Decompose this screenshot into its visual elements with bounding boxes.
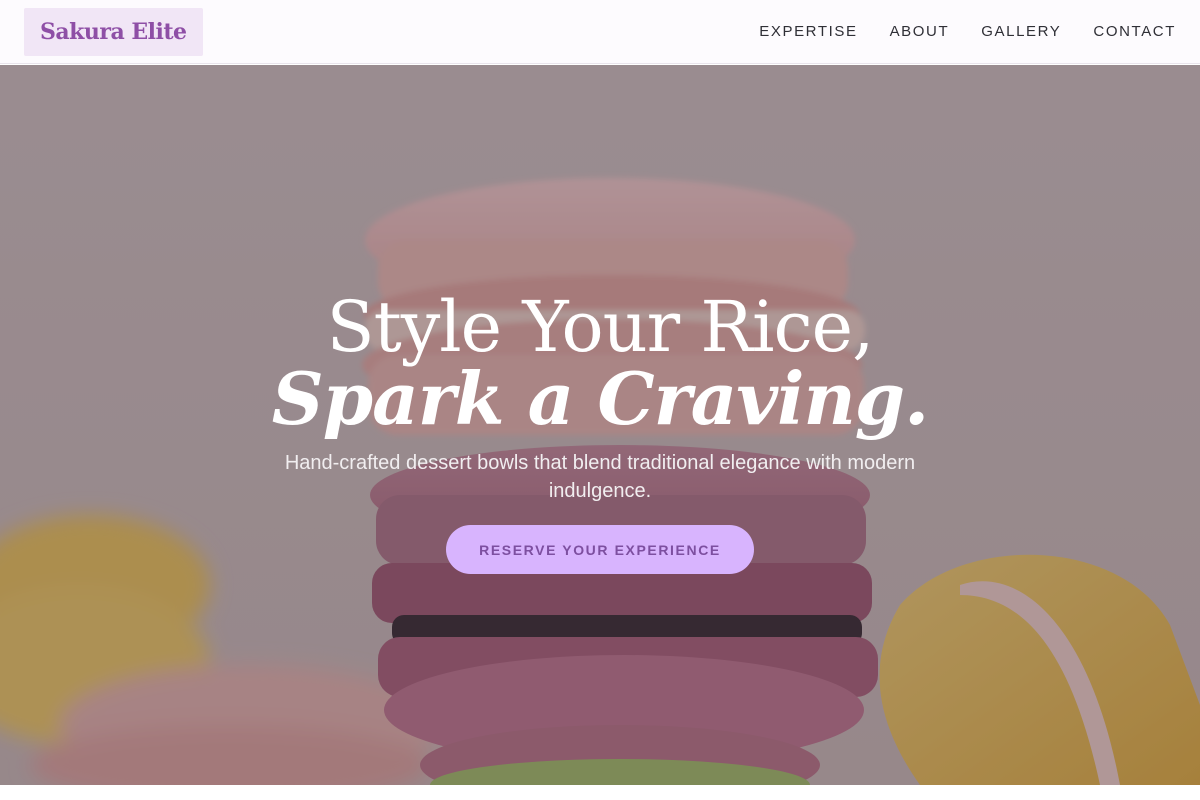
- page-bottom-strip: [0, 785, 1200, 800]
- site-header: Sakura Elite EXPERTISE ABOUT GALLERY CON…: [0, 0, 1200, 64]
- nav-item-gallery[interactable]: GALLERY: [981, 23, 1061, 40]
- nav-item-contact[interactable]: CONTACT: [1093, 23, 1176, 40]
- nav-item-expertise[interactable]: EXPERTISE: [759, 23, 857, 40]
- reserve-experience-button[interactable]: RESERVE YOUR EXPERIENCE: [446, 525, 754, 574]
- nav-item-about[interactable]: ABOUT: [890, 23, 950, 40]
- hero-content: Style Your Rice, Spark a Craving. Hand-c…: [0, 65, 1200, 785]
- hero-subtitle: Hand-crafted dessert bowls that blend tr…: [284, 452, 916, 502]
- hero-title-line1: Style Your Rice,: [326, 286, 875, 368]
- hero-title-line2: Spark a Craving.: [271, 356, 929, 441]
- hero-section: Style Your Rice, Spark a Craving. Hand-c…: [0, 65, 1200, 785]
- brand-logo[interactable]: Sakura Elite: [24, 7, 203, 56]
- main-nav: EXPERTISE ABOUT GALLERY CONTACT: [759, 23, 1176, 40]
